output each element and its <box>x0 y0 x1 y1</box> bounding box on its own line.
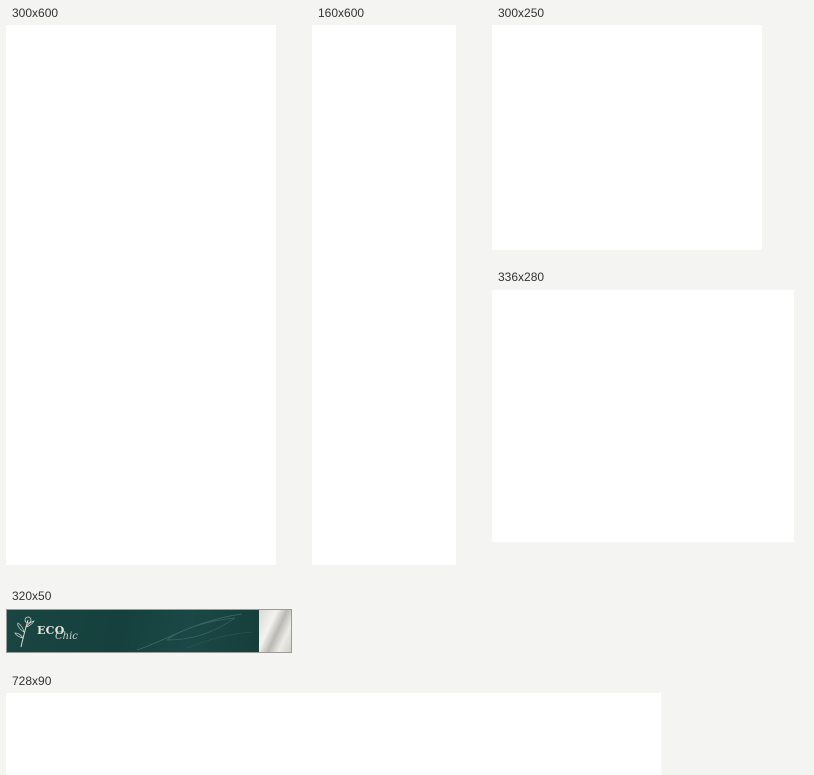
ad-slot-300x250[interactable] <box>492 25 762 250</box>
slot-label-336x280: 336x280 <box>498 270 545 284</box>
ad-slot-728x90[interactable] <box>6 693 661 775</box>
ad-slot-300x600[interactable] <box>6 25 276 565</box>
ad-slot-160x600[interactable] <box>312 25 456 565</box>
slot-label-300x600: 300x600 <box>12 6 59 20</box>
brand-script: Chic <box>55 631 78 642</box>
slot-label-728x90: 728x90 <box>12 674 52 688</box>
flower-branch-icon <box>14 616 35 648</box>
silk-fabric-image <box>259 610 291 652</box>
ad-slot-336x280[interactable] <box>492 290 794 542</box>
slot-label-160x600: 160x600 <box>318 6 365 20</box>
ad-banner-320x50[interactable]: ECO Chic <box>6 609 292 653</box>
slot-label-320x50: 320x50 <box>12 589 52 603</box>
slot-label-300x250: 300x250 <box>498 6 545 20</box>
ad-preview-canvas: 300x600 160x600 300x250 336x280 320x50 E… <box>0 0 814 775</box>
leaf-outline-decoration <box>136 613 253 651</box>
